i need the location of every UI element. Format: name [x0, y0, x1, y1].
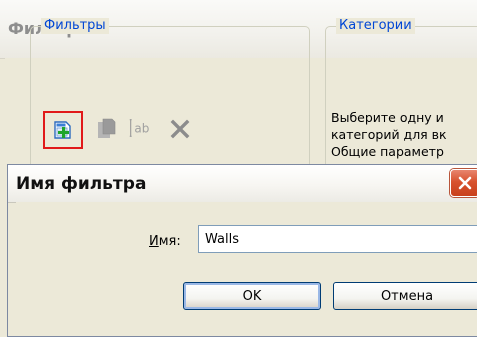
duplicate-icon	[98, 118, 116, 138]
rename-ab-icon: ab	[129, 119, 149, 137]
svg-text:ab: ab	[134, 122, 149, 136]
filter-name-dialog: Имя фильтра Имя: OK Отмена	[7, 164, 477, 337]
name-label: Имя:	[149, 234, 181, 249]
dialog-titlebar[interactable]: Имя фильтра	[8, 165, 477, 203]
filters-group-label: Фильтры	[41, 18, 109, 34]
dialog-title: Имя фильтра	[16, 174, 147, 194]
dialog-body	[16, 202, 477, 333]
categories-description-line: категорий для вк	[331, 127, 447, 142]
rename-filter-button[interactable]: ab	[127, 116, 151, 140]
filter-name-input[interactable]	[198, 225, 477, 253]
name-label-text: мя:	[158, 234, 181, 249]
delete-x-icon	[170, 119, 190, 139]
cancel-button[interactable]: Отмена	[333, 282, 477, 310]
dialog-close-button[interactable]	[450, 169, 477, 197]
new-filter-button[interactable]	[43, 111, 83, 149]
categories-description-line: Общие параметр	[331, 144, 444, 159]
delete-filter-button[interactable]	[168, 117, 192, 141]
close-icon	[458, 176, 472, 190]
name-label-accelerator: И	[149, 234, 159, 249]
categories-group-label: Категории	[336, 18, 415, 34]
ok-button[interactable]: OK	[183, 282, 321, 310]
categories-description: Выберите одну и категорий для вк Общие пар…	[331, 109, 477, 160]
categories-description-line: Выберите одну и	[331, 110, 444, 125]
duplicate-filter-button[interactable]	[95, 117, 119, 141]
new-filter-icon	[54, 121, 71, 139]
